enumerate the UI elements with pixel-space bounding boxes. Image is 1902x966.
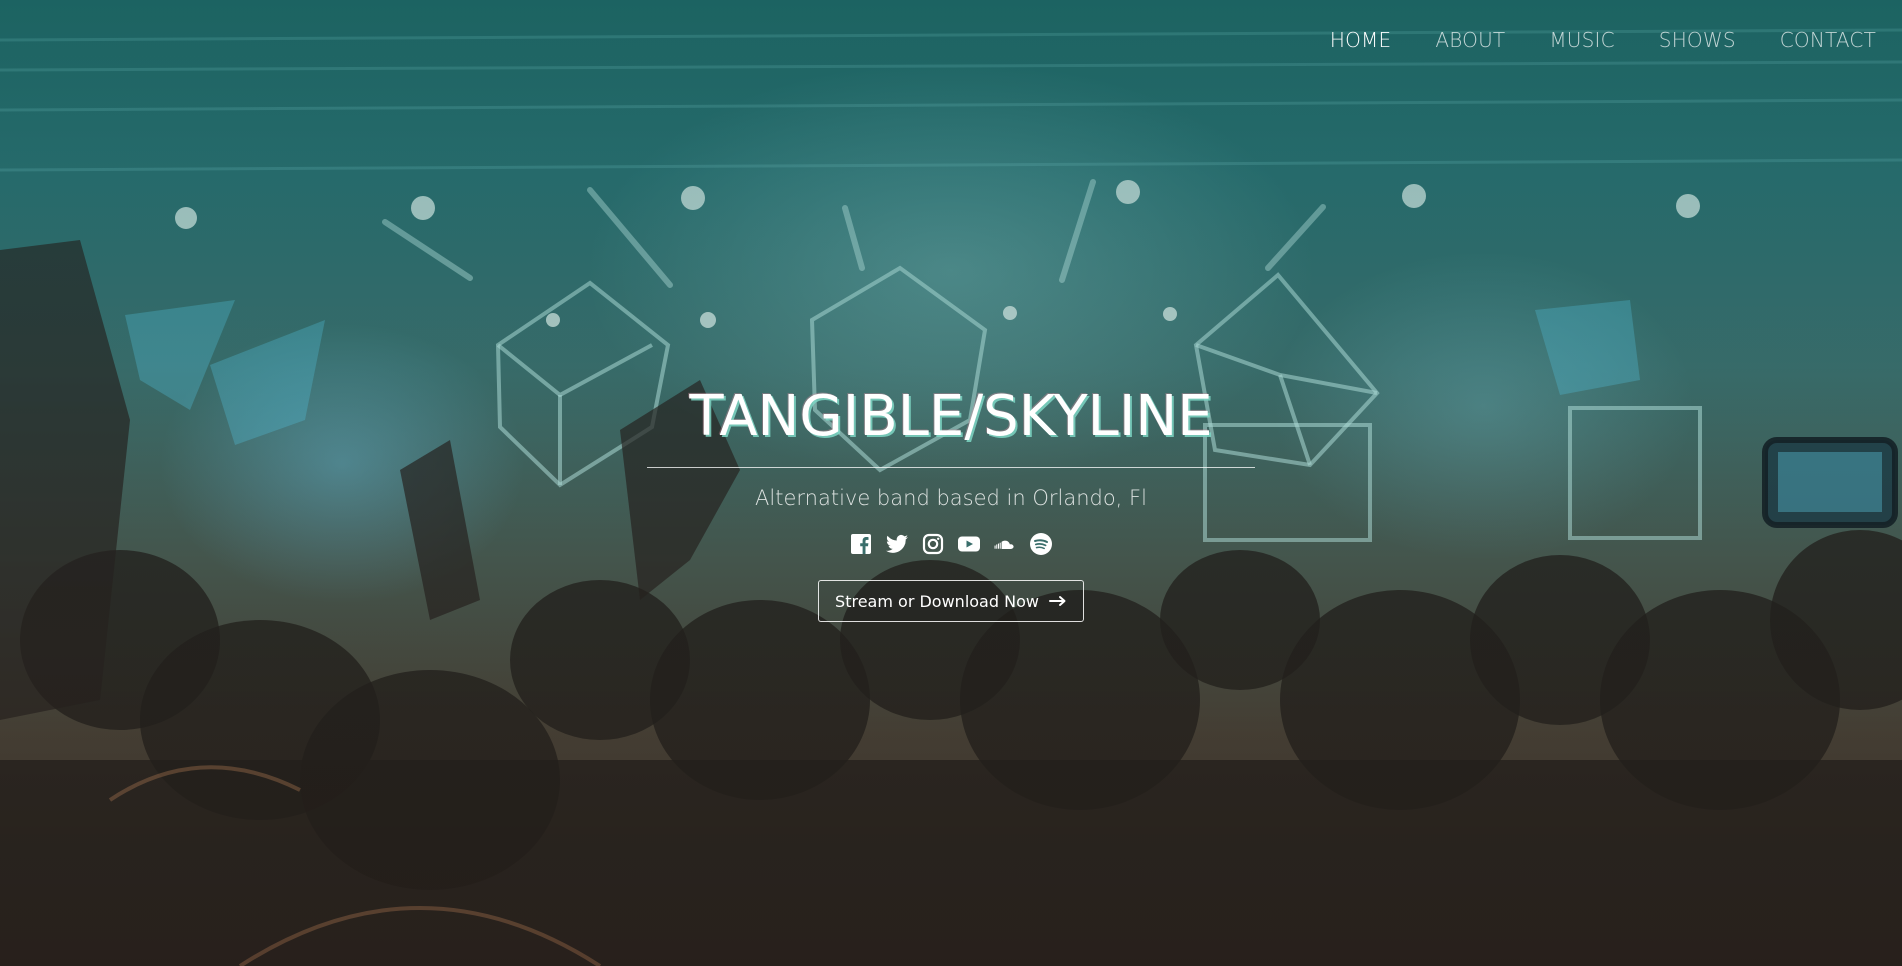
soundcloud-icon[interactable]	[993, 532, 1017, 556]
facebook-icon[interactable]	[849, 532, 873, 556]
youtube-icon[interactable]	[957, 532, 981, 556]
twitter-icon[interactable]	[885, 532, 909, 556]
hero-section: HOME ABOUT MUSIC SHOWS CONTACT TANGIBLE/…	[0, 0, 1902, 966]
arrow-right-icon	[1048, 596, 1066, 606]
main-nav: HOME ABOUT MUSIC SHOWS CONTACT	[1330, 28, 1876, 52]
social-links	[0, 532, 1902, 556]
nav-about[interactable]: ABOUT	[1435, 28, 1505, 52]
band-tagline: Alternative band based in Orlando, Fl	[755, 486, 1147, 510]
nav-contact[interactable]: CONTACT	[1780, 28, 1876, 52]
stream-download-button[interactable]: Stream or Download Now	[818, 580, 1084, 622]
instagram-icon[interactable]	[921, 532, 945, 556]
title-divider	[647, 467, 1255, 468]
nav-shows[interactable]: SHOWS	[1659, 28, 1736, 52]
stream-download-label: Stream or Download Now	[835, 591, 1039, 611]
nav-music[interactable]: MUSIC	[1549, 28, 1614, 52]
hero-content: TANGIBLE/SKYLINE Alternative band based …	[0, 383, 1902, 622]
spotify-icon[interactable]	[1029, 532, 1053, 556]
band-title: TANGIBLE/SKYLINE	[689, 384, 1213, 449]
nav-home[interactable]: HOME	[1330, 28, 1391, 52]
